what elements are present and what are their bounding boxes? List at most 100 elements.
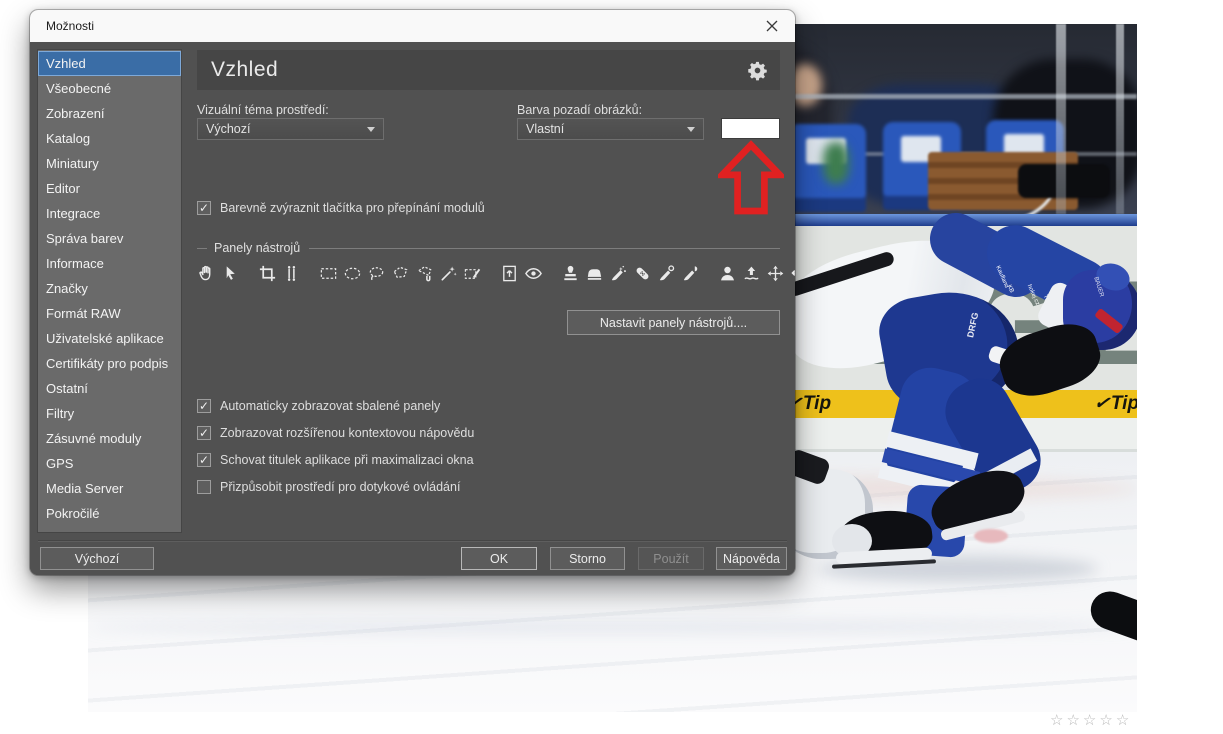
sidebar-item[interactable]: Ostatní	[38, 376, 181, 401]
checkbox-label: Přizpůsobit prostředí pro dotykové ovlád…	[220, 480, 460, 494]
footer-divider	[38, 540, 787, 541]
sidebar-item[interactable]: Certifikáty pro podpis	[38, 351, 181, 376]
effect-brush-icon[interactable]	[609, 264, 628, 283]
configure-toolbars-button[interactable]: Nastavit panely nástrojů....	[567, 310, 780, 335]
clone-stamp-icon[interactable]	[561, 264, 580, 283]
healing-patch-icon[interactable]	[633, 264, 652, 283]
dialog-titlebar[interactable]: Možnosti	[30, 10, 795, 42]
ellipse-select-icon[interactable]	[343, 264, 362, 283]
move-tool-icon[interactable]	[766, 264, 785, 283]
sidebar-item[interactable]: Vzhled	[38, 51, 181, 76]
checkbox-label: Zobrazovat rozšířenou kontextovou nápově…	[220, 426, 474, 440]
chevron-down-icon	[687, 127, 695, 132]
chevron-down-icon	[367, 127, 375, 132]
sidebar-item[interactable]: Značky	[38, 276, 181, 301]
sidebar-item[interactable]: GPS	[38, 451, 181, 476]
sidebar-item[interactable]: Media Server	[38, 476, 181, 501]
retouch-brush-icon[interactable]	[657, 264, 676, 283]
group-label: Panely nástrojů	[214, 241, 300, 255]
portrait-tool-icon[interactable]	[718, 264, 737, 283]
ice-streak	[88, 622, 1137, 632]
star-outline-icon[interactable]: ☆	[1066, 712, 1079, 730]
option-checkbox[interactable]: Přizpůsobit prostředí pro dotykové ovlád…	[197, 473, 757, 500]
option-checkbox[interactable]: Automaticky zobrazovat sbalené panely	[197, 392, 757, 419]
plexiglass-stanchion	[1056, 24, 1066, 214]
place-frame-icon[interactable]	[500, 264, 519, 283]
dialog-title: Možnosti	[46, 19, 94, 33]
gear-icon[interactable]	[747, 60, 768, 81]
sponsor-logo: ✓Tip	[1094, 392, 1137, 415]
theme-select[interactable]: Výchozí	[197, 118, 384, 140]
background-color-value: Vlastní	[526, 122, 681, 136]
rectangle-select-icon[interactable]	[319, 264, 338, 283]
bottle	[823, 142, 849, 184]
sidebar-item[interactable]: Miniatury	[38, 151, 181, 176]
hand-tool-icon[interactable]	[197, 264, 216, 283]
magnetic-lasso-icon[interactable]	[415, 264, 434, 283]
adjust-brush-icon[interactable]	[681, 264, 700, 283]
measure-tool-icon[interactable]	[282, 264, 301, 283]
checkbox-box[interactable]	[197, 201, 211, 215]
star-outline-icon[interactable]: ☆	[1099, 712, 1112, 730]
sidebar-item[interactable]: Zásuvné moduly	[38, 426, 181, 451]
sidebar-item[interactable]: Všeobecné	[38, 76, 181, 101]
theme-label: Vizuální téma prostředí:	[197, 103, 329, 117]
sidebar-item[interactable]: Katalog	[38, 126, 181, 151]
star-outline-icon[interactable]: ☆	[1050, 712, 1063, 730]
help-button[interactable]: Nápověda	[716, 547, 787, 570]
panel-title: Vzhled	[211, 58, 278, 82]
ok-button[interactable]: OK	[461, 547, 537, 570]
selection-brush-icon[interactable]	[463, 264, 482, 283]
smoothing-iron-icon[interactable]	[585, 264, 604, 283]
sidebar-item[interactable]: Integrace	[38, 201, 181, 226]
options-checkbox-group: Automaticky zobrazovat sbalené panely Zo…	[197, 392, 757, 500]
screen: EGEG ✓Tip ✓Tip Kaufland KB hokej.cz Tips…	[0, 0, 1223, 734]
sidebar-item[interactable]: Pokročilé	[38, 501, 181, 526]
checkbox-box[interactable]	[197, 480, 211, 494]
liquify-tool-icon[interactable]	[742, 264, 761, 283]
sidebar-item[interactable]: Filtry	[38, 401, 181, 426]
background-color-select[interactable]: Vlastní	[517, 118, 704, 140]
checkbox-box[interactable]	[197, 399, 211, 413]
checkbox-label: Automaticky zobrazovat sbalené panely	[220, 399, 440, 413]
close-icon	[766, 20, 778, 32]
star-outline-icon[interactable]: ☆	[1083, 712, 1096, 730]
warp-tool-icon[interactable]	[790, 264, 795, 283]
color-swatch[interactable]	[722, 119, 779, 138]
option-checkbox[interactable]: Zobrazovat rozšířenou kontextovou nápově…	[197, 419, 757, 446]
close-button[interactable]	[757, 14, 787, 38]
annotation-arrow-up	[718, 140, 784, 216]
star-outline-icon[interactable]: ☆	[1116, 712, 1129, 730]
crop-tool-icon[interactable]	[258, 264, 277, 283]
sidebar-item[interactable]: Formát RAW	[38, 301, 181, 326]
sidebar-item[interactable]: Zobrazení	[38, 101, 181, 126]
category-list: VzhledVšeobecnéZobrazeníKatalogMiniatury…	[37, 49, 182, 533]
options-dialog: Možnosti VzhledVšeobecnéZobrazeníKatalog…	[30, 10, 795, 575]
cancel-button[interactable]: Storno	[550, 547, 625, 570]
dialog-body: VzhledVšeobecnéZobrazeníKatalogMiniatury…	[30, 42, 795, 575]
background-color-label: Barva pozadí obrázků:	[517, 103, 642, 117]
checkbox-label: Barevně zvýraznit tlačítka pro přepínání…	[220, 201, 485, 215]
toolbar-icons-row	[197, 258, 789, 288]
sidebar-item[interactable]: Informace	[38, 251, 181, 276]
skate-guard-pink	[974, 529, 1008, 543]
rating-stars[interactable]: ☆☆☆☆☆	[1050, 712, 1129, 730]
default-button[interactable]: Výchozí	[40, 547, 154, 570]
highlight-modules-checkbox[interactable]: Barevně zvýraznit tlačítka pro přepínání…	[197, 201, 485, 215]
red-eye-tool-icon[interactable]	[524, 264, 543, 283]
checkbox-box[interactable]	[197, 453, 211, 467]
sidebar-item[interactable]: Uživatelské aplikace	[38, 326, 181, 351]
toolbars-group-header: Panely nástrojů	[197, 241, 780, 255]
apply-button[interactable]: Použít	[638, 547, 704, 570]
sidebar-item[interactable]: Editor	[38, 176, 181, 201]
checkbox-box[interactable]	[197, 426, 211, 440]
magic-wand-icon[interactable]	[439, 264, 458, 283]
plexiglass-stanchion	[1116, 24, 1124, 214]
lasso-select-icon[interactable]	[367, 264, 386, 283]
option-checkbox[interactable]: Schovat titulek aplikace při maximalizac…	[197, 446, 757, 473]
checkbox-label: Schovat titulek aplikace při maximalizac…	[220, 453, 474, 467]
polygon-lasso-icon[interactable]	[391, 264, 410, 283]
sidebar-item[interactable]: Správa barev	[38, 226, 181, 251]
selection-arrow-icon[interactable]	[221, 264, 240, 283]
panel-header: Vzhled	[197, 50, 780, 90]
